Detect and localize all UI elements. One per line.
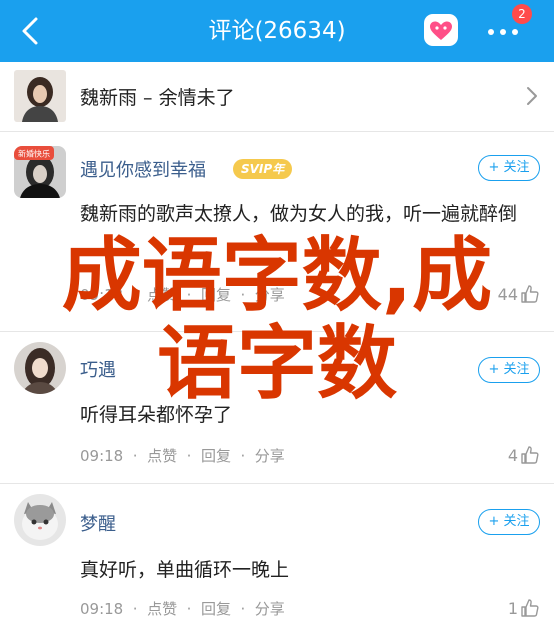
comment-content: 魏新雨的歌声太撩人，做为女人的我，听一遍就醉倒 <box>80 203 518 225</box>
like-count-button[interactable]: 44 <box>498 284 540 304</box>
share-link[interactable]: 分享 <box>255 286 285 304</box>
follow-button[interactable]: + 关注 <box>478 155 540 181</box>
chevron-right-icon <box>527 87 537 105</box>
comment-time: 09:13 <box>80 286 124 304</box>
follow-button[interactable]: + 关注 <box>478 357 540 383</box>
share-link[interactable]: 分享 <box>255 447 285 465</box>
comment-item: 巧遇 + 关注 听得耳朵都怀孕了 09:18 · 点赞 · 回复 · 分享 4 <box>0 332 554 484</box>
like-count-button[interactable]: 1 <box>508 598 540 618</box>
reply-link[interactable]: 回复 <box>201 600 231 618</box>
like-count: 4 <box>507 445 518 465</box>
heart-icon[interactable] <box>424 14 458 46</box>
meta-separator: · <box>230 447 255 465</box>
meta-separator: · <box>230 286 255 304</box>
vip-badge: SVIP年 <box>233 159 293 179</box>
thumbs-up-icon <box>521 599 539 617</box>
share-link[interactable]: 分享 <box>255 600 285 618</box>
meta-separator: · <box>123 286 148 304</box>
song-cover-image <box>14 70 66 122</box>
comment-item: 新婚快乐 遇见你感到幸福 SVIP年 + 关注 魏新雨的歌声太撩人，做为女人的我… <box>0 132 554 332</box>
meta-separator: · <box>123 600 148 618</box>
meta-separator: · <box>230 600 255 618</box>
avatar[interactable] <box>14 494 66 546</box>
comment-content: 真好听，单曲循环一晚上 <box>80 559 290 581</box>
reply-link[interactable]: 回复 <box>201 286 231 304</box>
thumbs-up-icon <box>521 446 539 464</box>
top-bar: 评论(26634) 2 <box>0 0 554 62</box>
avatar[interactable] <box>14 342 66 394</box>
meta-separator: · <box>177 286 201 304</box>
comment-item: 梦醒 + 关注 真好听，单曲循环一晚上 09:18 · 点赞 · 回复 · 分享… <box>0 484 554 635</box>
comment-time: 09:18 <box>80 600 124 618</box>
meta-separator: · <box>123 447 148 465</box>
like-link[interactable]: 点赞 <box>147 447 177 465</box>
comment-meta: 09:18 · 点赞 · 回复 · 分享 <box>80 445 285 466</box>
follow-button[interactable]: + 关注 <box>478 509 540 535</box>
like-link[interactable]: 点赞 <box>147 600 177 618</box>
comment-meta: 09:18 · 点赞 · 回复 · 分享 <box>80 598 285 619</box>
meta-separator: · <box>177 447 201 465</box>
avatar-caption: 新婚快乐 <box>18 149 50 159</box>
comment-meta: 09:13 · 点赞 · 回复 · 分享 <box>80 284 285 305</box>
meta-separator: · <box>177 600 201 618</box>
reply-link[interactable]: 回复 <box>201 447 231 465</box>
notification-badge: 2 <box>512 4 532 24</box>
username[interactable]: 梦醒 <box>80 510 116 536</box>
username[interactable]: 遇见你感到幸福 <box>80 156 206 182</box>
song-info-row[interactable]: 魏新雨 – 余情未了 <box>0 62 554 132</box>
like-count-button[interactable]: 4 <box>508 445 540 465</box>
song-title: 魏新雨 – 余情未了 <box>80 87 235 109</box>
like-count: 44 <box>497 284 518 304</box>
thumbs-up-icon <box>521 285 539 303</box>
page-title: 评论(26634) <box>208 18 346 44</box>
comment-time: 09:18 <box>80 447 124 465</box>
like-count: 1 <box>507 598 518 618</box>
comment-content: 听得耳朵都怀孕了 <box>80 404 233 426</box>
username[interactable]: 巧遇 <box>80 356 116 382</box>
avatar[interactable]: 新婚快乐 <box>14 146 66 198</box>
like-link[interactable]: 点赞 <box>147 286 177 304</box>
